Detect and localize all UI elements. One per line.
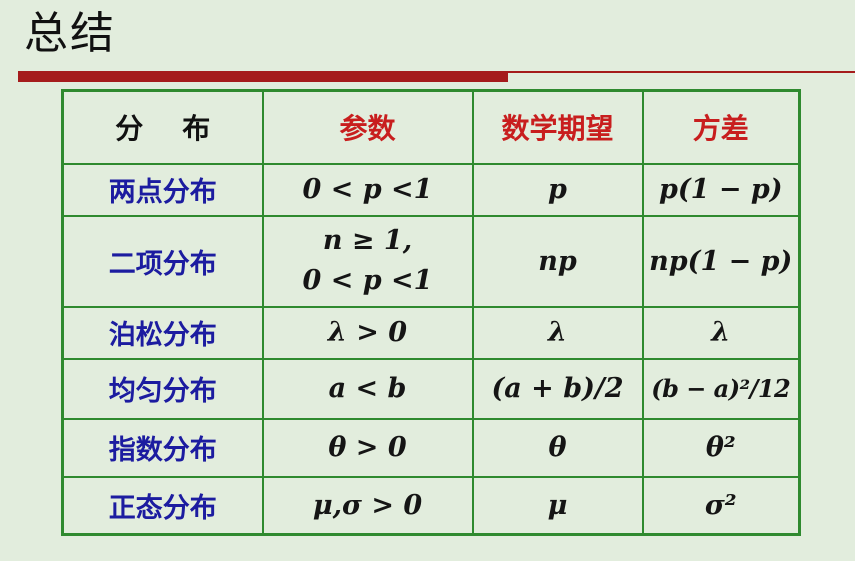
table-header-row: 分 布 参数 数学期望 方差 [61,89,801,165]
table-row: 均匀分布 a < b (a + b)/2 (b − a)²/12 [61,357,801,420]
params-value: μ,σ > 0 [312,489,423,521]
params-value: λ > 0 [327,317,408,348]
variance-value: σ² [704,489,737,521]
variance-cell: σ² [641,475,801,536]
variance-value: λ [711,317,731,348]
params-cell: 0 < p <1 [261,162,474,217]
table-row: 两点分布 0 < p <1 p p(1 − p) [61,162,801,217]
variance-value: (b − a)²/12 [651,374,791,403]
params-cell: μ,σ > 0 [261,475,474,536]
expectation-cell: λ [471,305,644,360]
variance-value: p(1 − p) [658,174,783,205]
params-value-line-1: n ≥ 1, [322,225,413,256]
distribution-name: 正态分布 [108,492,217,524]
header-params-label: 参数 [339,112,396,146]
expectation-cell: (a + b)/2 [471,357,644,420]
header-expectation: 数学期望 [471,89,644,165]
variance-cell: (b − a)²/12 [641,357,801,420]
distribution-name: 泊松分布 [108,320,217,351]
expectation-cell: p [471,162,644,217]
distribution-name: 两点分布 [108,177,217,208]
page-title: 总结 [24,8,116,59]
params-value: a < b [328,373,407,404]
params-value-line-2: 0 < p <1 [302,265,433,296]
header-distribution-label: 分 布 [115,112,211,146]
distribution-summary-table: 分 布 参数 数学期望 方差 两点分布 0 < p <1 p p(1 − p) … [61,89,801,536]
params-cell: θ > 0 [261,417,474,478]
variance-cell: θ² [641,417,801,478]
expectation-value: λ [548,317,567,348]
expectation-cell: μ [471,475,644,536]
distribution-name-cell: 两点分布 [61,162,264,217]
header-variance: 方差 [641,89,801,165]
header-variance-label: 方差 [692,112,749,146]
expectation-value: (a + b)/2 [491,373,624,404]
expectation-value: μ [547,489,568,521]
expectation-value: θ [548,432,567,463]
variance-value: θ² [705,432,736,463]
title-underline-thick [18,71,508,82]
params-cell: λ > 0 [261,305,474,360]
expectation-cell: np [471,214,644,308]
distribution-name: 二项分布 [108,248,217,280]
distribution-name: 指数分布 [108,435,217,466]
title-underline-thin [508,71,855,73]
distribution-name-cell: 正态分布 [61,475,264,536]
distribution-name-cell: 二项分布 [61,214,264,308]
variance-cell: np(1 − p) [641,214,801,308]
params-cell: a < b [261,357,474,420]
table-row: 正态分布 μ,σ > 0 μ σ² [61,475,801,536]
variance-cell: p(1 − p) [641,162,801,217]
header-distribution: 分 布 [61,89,264,165]
table-row: 二项分布 n ≥ 1, 0 < p <1 np np(1 − p) [61,214,801,308]
params-value: 0 < p <1 [302,174,433,205]
header-expectation-label: 数学期望 [501,112,614,146]
params-value: θ > 0 [328,432,407,463]
distribution-name-cell: 均匀分布 [61,357,264,420]
distribution-name: 均匀分布 [108,376,217,407]
expectation-value: p [548,174,567,205]
header-params: 参数 [261,89,474,165]
expectation-cell: θ [471,417,644,478]
table-row: 泊松分布 λ > 0 λ λ [61,305,801,360]
distribution-name-cell: 指数分布 [61,417,264,478]
variance-value: np(1 − p) [649,245,793,277]
variance-cell: λ [641,305,801,360]
distribution-name-cell: 泊松分布 [61,305,264,360]
expectation-value: np [538,245,577,277]
table-row: 指数分布 θ > 0 θ θ² [61,417,801,478]
params-cell: n ≥ 1, 0 < p <1 [261,214,474,308]
